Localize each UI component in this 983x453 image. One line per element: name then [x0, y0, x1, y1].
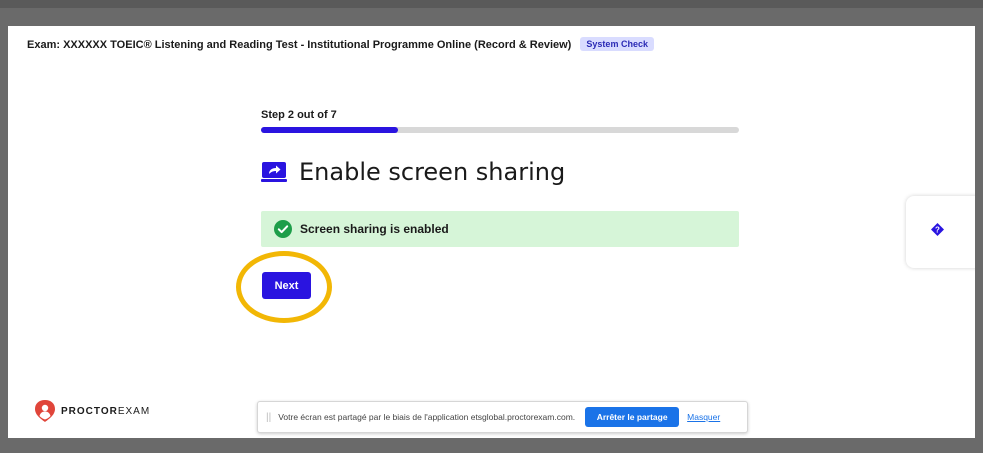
exam-page: Exam: XXXXXX TOEIC® Listening and Readin… [8, 26, 975, 438]
drag-handle-icon[interactable]: || [266, 412, 271, 423]
stop-sharing-button[interactable]: Arrêter le partage [585, 407, 680, 427]
exam-title: Exam: XXXXXX TOEIC® Listening and Readin… [27, 39, 572, 51]
next-button[interactable]: Next [262, 272, 311, 299]
heading-text: Enable screen sharing [299, 158, 566, 186]
hide-link[interactable]: Masquer [687, 412, 720, 422]
help-panel[interactable]: ? [906, 196, 975, 268]
step-label: Step 2 out of 7 [261, 109, 337, 121]
question-icon[interactable]: ? [931, 223, 944, 236]
exam-header: Exam: XXXXXX TOEIC® Listening and Readin… [27, 37, 654, 51]
proctorexam-logo: PROCTOREXAM [35, 400, 150, 422]
svg-text:?: ? [935, 226, 940, 235]
screen-share-icon [261, 162, 287, 182]
step-progress-fill [261, 127, 398, 133]
screen-share-notification: || Votre écran est partagé par le biais … [257, 401, 748, 433]
system-check-badge: System Check [580, 37, 654, 51]
brand-name: PROCTOREXAM [61, 405, 151, 417]
check-circle-icon [274, 220, 292, 238]
share-message: Votre écran est partagé par le biais de … [278, 412, 576, 422]
proctor-logo-icon [35, 400, 55, 422]
status-text: Screen sharing is enabled [300, 222, 449, 236]
browser-top-edge [0, 0, 983, 8]
screen-sharing-status: Screen sharing is enabled [261, 211, 739, 247]
page-heading: Enable screen sharing [261, 157, 565, 187]
step-progress-bar [261, 127, 739, 133]
